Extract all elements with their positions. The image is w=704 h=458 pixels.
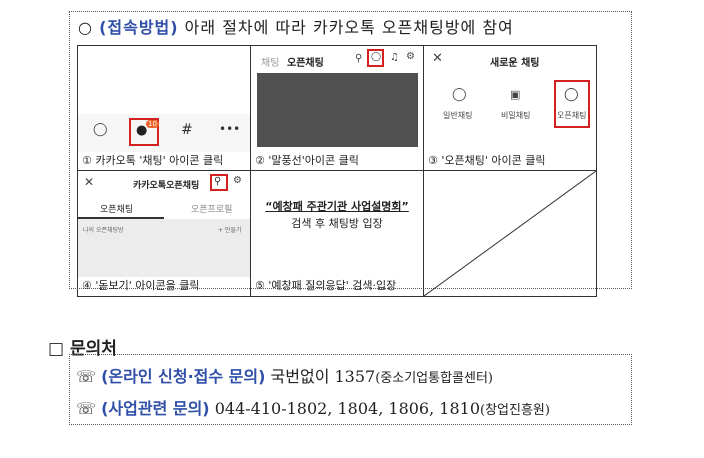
- normal-chat-icon: ◯: [452, 87, 467, 102]
- contact-box-area: ☏ (온라인 신청·접수 문의) 국번없이 1357(중소기업통합콜센터) ☏ …: [69, 354, 632, 425]
- badge: 10: [146, 120, 159, 128]
- step-5-cell: “예창패 주관기관 사업설명회” 검색 후 채팅방 입장 ⑤ '예창패 질의응답…: [250, 170, 424, 297]
- online-label: (온라인 신청·접수 문의): [101, 367, 266, 386]
- step-3-screenshot: ✕ 새로운 채팅 ◯ 일반채팅 ▣ 비밀채팅 ◯ 오픈채팅: [424, 46, 596, 152]
- option-normal-chat: 일반채팅: [443, 111, 473, 120]
- gear-icon: ⚙: [406, 51, 415, 62]
- contact-row-online: ☏ (온라인 신청·접수 문의) 국번없이 1357(중소기업통합콜센터): [76, 363, 493, 387]
- new-chat-title: 새로운 채팅: [490, 58, 540, 69]
- phone-icon: ☏: [76, 399, 97, 418]
- tab-open-profile: 오픈프로필: [191, 205, 233, 215]
- lock-icon: ▣: [510, 88, 521, 101]
- step-3-cell: ✕ 새로운 채팅 ◯ 일반채팅 ▣ 비밀채팅 ◯ 오픈채팅 ③ '오픈채팅' 아…: [423, 45, 597, 171]
- option-open-chat: 오픈채팅: [557, 111, 587, 120]
- hash-icon: #: [181, 122, 193, 138]
- search-icon: ⚲: [355, 53, 363, 64]
- bubble-icon: ◯: [371, 52, 382, 62]
- tab-open-chat: 오픈채팅: [100, 205, 134, 215]
- my-rooms-label: 나의 오픈채팅방: [83, 227, 124, 234]
- search-instruction: 검색 후 채팅방 입장: [291, 217, 383, 230]
- step-3-caption: ③ '오픈채팅' 아이콘 클릭: [428, 154, 546, 167]
- tab-open-chat: 오픈채팅: [287, 58, 324, 69]
- search-icon: ⚲: [214, 176, 222, 187]
- open-chat-header: 카카오톡오픈채팅: [133, 181, 200, 191]
- step-2-caption: ② '말풍선'아이콘 클릭: [255, 154, 359, 167]
- step-1-caption: ① 카카오톡 '채팅' 아이콘 클릭: [82, 154, 224, 167]
- business-number: 044-410-1802, 1804, 1806, 1810: [214, 399, 480, 418]
- create-button: + 만들기: [218, 227, 242, 234]
- tab-chat: 채팅: [261, 58, 280, 69]
- step-1-cell: ◯ ● 10 # ••• ① 카카오톡 '채팅' 아이콘 클릭: [77, 45, 251, 171]
- diagonal-line: [424, 171, 596, 296]
- gear-icon: ⚙: [233, 175, 242, 186]
- close-icon: ✕: [84, 175, 95, 189]
- empty-cell: [423, 170, 597, 297]
- close-icon: ✕: [432, 51, 443, 66]
- more-icon: •••: [219, 122, 241, 136]
- online-note: (중소기업통합콜센터): [375, 371, 494, 386]
- online-number: 국번없이 1357: [270, 367, 376, 386]
- step-2-screenshot: 채팅 오픈채팅 ⚲ ◯ ♫ ⚙: [251, 46, 423, 152]
- music-icon: ♫: [390, 52, 399, 63]
- friends-icon: ◯: [93, 122, 108, 137]
- step-5-caption: ⑤ '예창패 질의응답' 검색·입장: [255, 279, 397, 292]
- business-note: (창업진흥원): [480, 403, 550, 418]
- phone-icon: ☏: [76, 367, 97, 386]
- contact-row-business: ☏ (사업관련 문의) 044-410-1802, 1804, 1806, 18…: [76, 395, 550, 419]
- step-2-cell: 채팅 오픈채팅 ⚲ ◯ ♫ ⚙ ② '말풍선'아이콘 클릭: [250, 45, 424, 171]
- option-secret-chat: 비밀채팅: [501, 111, 531, 120]
- method-text: 아래 절차에 따라 카카오톡 오픈채팅방에 참여: [184, 18, 514, 37]
- method-label: (접속방법): [99, 18, 179, 37]
- step-4-cell: ✕ 카카오톡오픈채팅 ⚲ ⚙ 오픈채팅 오픈프로필 나의 오픈채팅방 + 만들기…: [77, 170, 251, 297]
- contact-box: □: [48, 339, 65, 359]
- step-1-screenshot: ◯ ● 10 # •••: [78, 46, 250, 152]
- access-method-box: ○ (접속방법) 아래 절차에 따라 카카오톡 오픈채팅방에 참여 ◯ ● 10…: [69, 11, 632, 297]
- step-4-caption: ④ '돋보기' 아이콘을 클릭: [82, 279, 200, 292]
- step-4-screenshot: ✕ 카카오톡오픈채팅 ⚲ ⚙ 오픈채팅 오픈프로필 나의 오픈채팅방 + 만들기: [78, 171, 250, 277]
- open-chat-icon: ◯: [564, 87, 579, 102]
- business-label: (사업관련 문의): [101, 399, 210, 418]
- bullet: ○: [78, 18, 93, 37]
- steps-table: ◯ ● 10 # ••• ① 카카오톡 '채팅' 아이콘 클릭 채팅 오픈채팅 …: [77, 45, 597, 297]
- step-5-text: “예창패 주관기관 사업설명회” 검색 후 채팅방 입장: [251, 171, 423, 277]
- dark-banner: [257, 73, 418, 147]
- access-method-heading: ○ (접속방법) 아래 절차에 따라 카카오톡 오픈채팅방에 참여: [78, 14, 514, 38]
- search-keyword: “예창패 주관기관 사업설명회”: [265, 200, 409, 213]
